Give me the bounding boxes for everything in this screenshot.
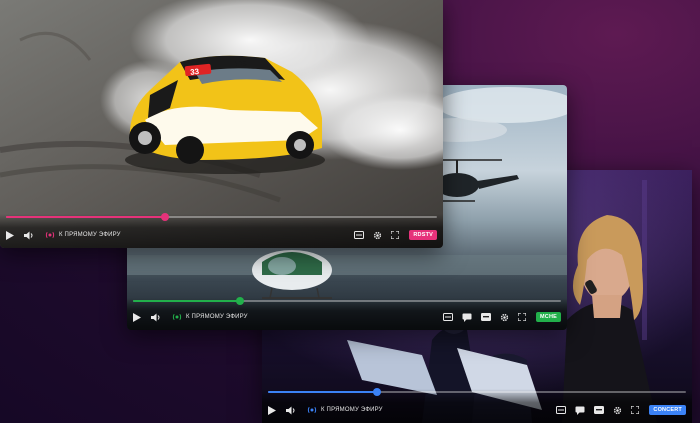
- settings-icon[interactable]: [500, 313, 509, 322]
- subtitles-icon[interactable]: [354, 231, 365, 239]
- go-live-button[interactable]: К ПРЯМОМУ ЭФИРУ: [45, 231, 121, 239]
- progress-fill: [268, 391, 377, 393]
- go-live-label: К ПРЯМОМУ ЭФИРУ: [59, 232, 121, 238]
- chat-icon[interactable]: [575, 406, 585, 415]
- play-icon[interactable]: [268, 405, 276, 415]
- control-bar: К ПРЯМОМУ ЭФИРУ CONCERT: [262, 388, 692, 423]
- settings-icon[interactable]: [613, 406, 622, 415]
- car-number: 33: [190, 67, 200, 77]
- play-icon[interactable]: [6, 230, 14, 240]
- control-bar: К ПРЯМОМУ ЭФИРУ МСНЕ: [127, 297, 567, 330]
- go-live-label: К ПРЯМОМУ ЭФИРУ: [321, 407, 383, 413]
- play-icon[interactable]: [133, 312, 141, 322]
- go-live-button[interactable]: К ПРЯМОМУ ЭФИРУ: [172, 313, 248, 321]
- live-icon: [307, 406, 317, 414]
- video-player-drift[interactable]: 33 RDS К ПРЯМОМУ ЭФИРУ RDSTV: [0, 0, 443, 248]
- channel-badge[interactable]: RDSTV: [409, 230, 437, 240]
- channel-badge[interactable]: CONCERT: [649, 405, 686, 415]
- volume-icon[interactable]: [151, 313, 162, 322]
- fullscreen-icon[interactable]: [518, 313, 526, 321]
- subtitles-icon[interactable]: [443, 313, 453, 321]
- progress-bar[interactable]: [133, 297, 561, 305]
- progress-fill: [6, 216, 166, 218]
- fullscreen-icon[interactable]: [391, 231, 400, 239]
- volume-icon[interactable]: [286, 406, 297, 415]
- channel-badge[interactable]: МСНЕ: [536, 312, 561, 322]
- progress-thumb[interactable]: [161, 213, 170, 221]
- progress-bar[interactable]: [6, 213, 437, 221]
- subtitles-icon[interactable]: [556, 406, 567, 414]
- car-sponsor: RDS: [232, 61, 247, 68]
- go-live-label: К ПРЯМОМУ ЭФИРУ: [186, 314, 248, 320]
- live-icon: [172, 313, 182, 321]
- chat-icon[interactable]: [462, 313, 472, 322]
- captions-icon[interactable]: [481, 313, 491, 321]
- progress-thumb[interactable]: [236, 297, 244, 305]
- live-icon: [45, 231, 55, 239]
- captions-icon[interactable]: [594, 406, 605, 414]
- fullscreen-icon[interactable]: [631, 406, 640, 414]
- drift-video-frame: 33 RDS: [0, 0, 443, 248]
- go-live-button[interactable]: К ПРЯМОМУ ЭФИРУ: [307, 406, 383, 414]
- progress-bar[interactable]: [268, 388, 686, 396]
- progress-thumb[interactable]: [372, 388, 381, 396]
- progress-fill: [133, 300, 240, 302]
- volume-icon[interactable]: [24, 231, 35, 240]
- settings-icon[interactable]: [373, 231, 382, 240]
- control-bar: К ПРЯМОМУ ЭФИРУ RDSTV: [0, 213, 443, 248]
